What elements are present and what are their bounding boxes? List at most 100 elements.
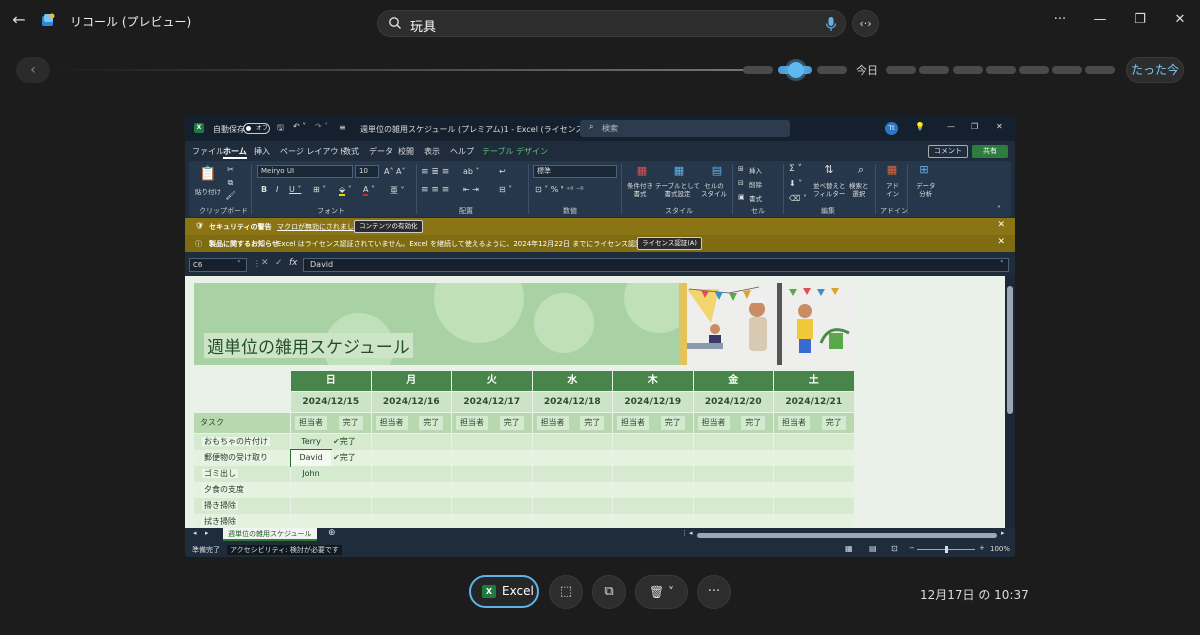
find-select-icon[interactable]: ⌕ [853,164,869,178]
assignee-cell[interactable] [452,482,492,498]
done-cell[interactable] [492,466,532,482]
conditional-format-label[interactable]: 条件付き 書式 [627,182,653,198]
cell-styles-label[interactable]: セルの スタイル [701,182,727,198]
fill-icon[interactable]: ⬇ ˅ [789,179,802,188]
timeline-segment[interactable] [817,66,847,74]
menu-insert[interactable]: 挿入 [254,146,270,157]
assignee-cell[interactable] [613,498,653,514]
delete-cells-button[interactable]: 削除 [749,179,762,189]
search-input[interactable]: 玩具 [410,16,436,35]
date-header[interactable]: 2024/12/19 [613,392,693,412]
assignee-header[interactable]: 担当者 [613,413,653,433]
zoom-level[interactable]: 100% [990,545,1010,553]
assignee-cell[interactable] [452,514,492,528]
assignee-cell[interactable] [693,498,734,514]
activate-license-button[interactable]: ライセンス認証(A) [637,237,702,250]
close-security-bar-icon[interactable]: ✕ [997,220,1005,230]
assignee-cell[interactable] [532,514,573,528]
assignee-header[interactable]: 担当者 [532,413,573,433]
excel-restore-icon[interactable]: ❐ [971,122,978,131]
conditional-format-icon[interactable]: ▦ [634,165,650,179]
accessibility-status[interactable]: アクセシビリティ: 検討が必要です [227,545,342,555]
done-cell[interactable] [653,434,693,450]
assignee-cell[interactable] [371,450,412,466]
timeline-segment[interactable] [1085,66,1115,74]
done-cell[interactable] [814,482,854,498]
indent-icons[interactable]: ⇤ ⇥ [463,185,479,194]
cell-styles-icon[interactable]: ▤ [709,165,725,179]
next-sheet-icon[interactable]: ▸ [205,529,209,537]
minimize-icon[interactable]: — [1090,10,1110,30]
timeline-segment[interactable] [743,66,773,74]
restore-icon[interactable]: ❐ [1130,10,1150,30]
sort-filter-icon[interactable]: ⇅ [821,164,837,178]
day-header[interactable]: 木 [613,371,693,391]
done-cell[interactable] [733,466,773,482]
done-cell[interactable] [572,450,612,466]
timeline-track[interactable] [50,69,760,71]
done-cell[interactable] [492,450,532,466]
fill-color-icon[interactable]: ⬙ ˅ [339,185,352,196]
lightbulb-icon[interactable]: 💡 [915,122,925,131]
avatar[interactable]: Tt [885,122,898,135]
assignee-cell[interactable] [774,466,814,482]
menu-help[interactable]: ヘルプ [450,146,474,157]
normal-view-icon[interactable]: ▦ [845,544,853,553]
done-cell[interactable] [411,466,451,482]
done-cell[interactable] [492,482,532,498]
done-cell[interactable] [653,498,693,514]
orientation-icon[interactable]: ab ˅ [463,167,480,176]
assignee-cell[interactable] [371,466,412,482]
delete-cells-icon[interactable]: ⊟ [738,179,744,187]
excel-search-box[interactable]: 検索 [580,120,790,137]
date-header[interactable]: 2024/12/16 [371,392,451,412]
done-cell[interactable] [331,514,371,528]
assignee-cell[interactable] [371,482,412,498]
done-cell[interactable] [814,434,854,450]
assignee-cell[interactable] [613,466,653,482]
menu-view[interactable]: 表示 [424,146,440,157]
day-header[interactable]: 金 [693,371,773,391]
more-options-icon[interactable]: ··· [697,575,731,609]
font-grow-shrink-icon[interactable]: A˄ A˅ [384,167,406,176]
horizontal-scrollbar[interactable] [697,533,997,538]
excel-snapshot[interactable]: X 自動保存 オフ 🖫 ↶ ˅ ↷ ˅ ≡ 週単位の雑用スケジュール (プレミア… [185,115,1015,557]
menu-page-layout[interactable]: ページ レイアウト [280,146,346,157]
sort-filter-label[interactable]: 並べ替えと フィルター [813,182,846,198]
cut-icon[interactable]: ✂ [225,164,236,175]
collapse-ribbon-icon[interactable]: ˄ [997,205,1001,214]
scroll-left-icon[interactable]: ◂ [689,529,693,537]
timeline-prev-icon[interactable]: ‹ [16,57,50,83]
close-license-bar-icon[interactable]: ✕ [997,237,1005,247]
assignee-header[interactable]: 担当者 [774,413,814,433]
autosave-toggle[interactable]: オフ [243,123,270,134]
enable-content-button[interactable]: コンテンツの有効化 [354,220,423,233]
done-cell[interactable] [733,514,773,528]
done-cell[interactable] [331,482,371,498]
timeline-segment[interactable] [886,66,916,74]
task-cell[interactable]: おもちゃの片付け [194,434,290,450]
assignee-cell[interactable] [532,498,573,514]
undo-icon[interactable]: ↶ ˅ [293,122,306,131]
expand-formula-icon[interactable]: ˅ [1000,260,1004,268]
confirm-formula-icon[interactable]: ✓ [275,258,283,268]
insert-cells-button[interactable]: 挿入 [749,165,762,175]
addins-icon[interactable]: ▦ [884,164,900,178]
done-cell[interactable] [572,482,612,498]
task-cell[interactable]: 郵便物の受け取り [194,450,290,466]
done-cell[interactable] [733,498,773,514]
done-header[interactable]: 完了 [331,413,371,433]
font-size-select[interactable]: 10 [355,165,379,178]
vertical-align-icons[interactable]: ≡ ≣ ≡ [421,167,449,177]
assignee-cell[interactable] [532,466,573,482]
italic-icon[interactable]: I [276,185,278,194]
assignee-cell[interactable] [371,498,412,514]
day-header[interactable]: 水 [532,371,612,391]
date-header[interactable]: 2024/12/18 [532,392,612,412]
close-icon[interactable]: ✕ [1170,10,1190,30]
data-analysis-icon[interactable]: ⊞ [916,164,932,178]
task-cell[interactable]: 夕食の支度 [194,482,290,498]
format-cells-icon[interactable]: ▣ [738,193,745,201]
done-cell[interactable] [814,450,854,466]
find-select-label[interactable]: 検索と 選択 [849,182,869,198]
